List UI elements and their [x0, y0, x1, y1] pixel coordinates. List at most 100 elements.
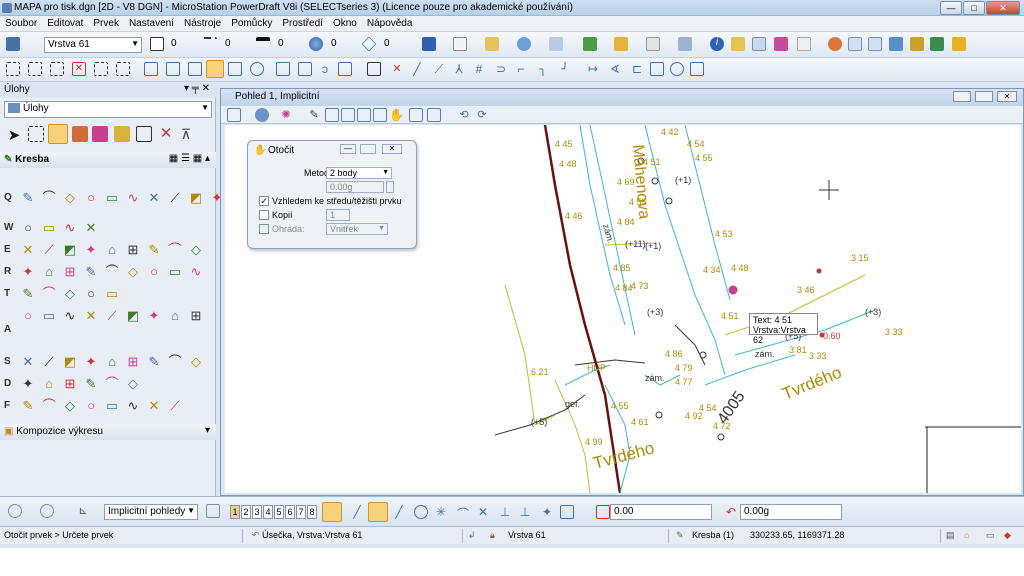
brush-icon[interactable] [92, 126, 108, 142]
zoom-out-icon[interactable] [341, 108, 355, 122]
about-center-checkbox[interactable]: ✓ [259, 196, 269, 206]
snap-nearest-icon[interactable]: ╱ [350, 505, 364, 519]
dimension-angle-icon[interactable]: ∢ [608, 62, 622, 76]
drawing-tool-icon[interactable]: ⌂ [167, 308, 183, 324]
fillet-icon[interactable]: ╮ [536, 62, 550, 76]
view-display-icon[interactable] [517, 37, 531, 51]
drawing-tool-icon[interactable]: ∿ [62, 308, 78, 324]
accudraw-status-icon[interactable]: ↲ [468, 530, 476, 541]
drawing-tool-icon[interactable]: ✎ [146, 242, 162, 258]
delete-icon[interactable]: ✕ [158, 126, 174, 142]
view-5-button[interactable]: 5 [274, 505, 284, 519]
measure-task-icon[interactable] [136, 126, 152, 142]
light-icon[interactable]: ✺ [279, 108, 293, 122]
back-icon[interactable] [8, 504, 22, 518]
drawing-tool-icon[interactable]: ○ [20, 220, 36, 236]
drawing-tool-icon[interactable]: ▭ [104, 398, 120, 414]
snap-keypoint-icon[interactable] [322, 502, 342, 522]
window-layout-icon[interactable] [848, 37, 862, 51]
view-close-button[interactable]: ✕ [997, 91, 1017, 102]
snaps-icon[interactable] [678, 37, 692, 51]
drawing-tool-icon[interactable]: ▭ [41, 308, 57, 324]
spin-icon[interactable]: ↄ [318, 62, 332, 76]
trim-multi-icon[interactable]: # [472, 62, 486, 76]
drawing-tool-icon[interactable]: ◩ [125, 308, 141, 324]
select-element-icon[interactable]: ➤ [6, 126, 22, 144]
drawing-tool-icon[interactable]: ⌒ [104, 264, 120, 280]
drawing-tool-icon[interactable]: ⟋ [41, 354, 57, 370]
grid-icon[interactable] [797, 37, 811, 51]
intersect-icon[interactable]: ⅄ [452, 62, 466, 76]
settings-icon[interactable]: ▤ [946, 530, 955, 541]
stretch-icon[interactable] [298, 62, 312, 76]
view-next-icon[interactable] [427, 108, 441, 122]
transparency-icon[interactable] [309, 37, 323, 51]
levels-icon[interactable] [583, 37, 597, 51]
drawing-tool-icon[interactable]: ◇ [62, 398, 78, 414]
drawing-tool-icon[interactable]: ◇ [62, 190, 78, 206]
delete-part-icon[interactable]: ✕ [390, 62, 404, 76]
view-3-button[interactable]: 3 [252, 505, 262, 519]
drawing-tool-icon[interactable]: ✕ [20, 354, 36, 370]
move-icon[interactable] [144, 62, 158, 76]
dialog-minimize-button[interactable]: — [340, 144, 356, 154]
view-2-button[interactable]: 2 [241, 505, 251, 519]
modify-icon[interactable] [367, 62, 381, 76]
forward-icon[interactable] [40, 504, 54, 518]
drawing-tool-icon[interactable]: ◩ [62, 242, 78, 258]
drawing-tool-icon[interactable]: ⌂ [104, 354, 120, 370]
drawing-tool-icon[interactable]: ○ [20, 308, 36, 324]
snap-perpendicular-icon[interactable]: ⊥ [518, 505, 532, 519]
display-style-icon[interactable] [255, 108, 269, 122]
close-button[interactable]: ✕ [986, 1, 1020, 15]
transparency-combo[interactable]: 0 [328, 37, 352, 53]
priority-icon[interactable] [361, 36, 377, 52]
drawing-tool-icon[interactable]: ✦ [146, 308, 162, 324]
snap-active-icon[interactable] [368, 502, 388, 522]
dimension-line-icon[interactable]: ⊏ [630, 62, 644, 76]
drawing-tool-icon[interactable]: ✕ [146, 398, 162, 414]
dimension-box-icon[interactable] [650, 62, 664, 76]
snap-tangent-icon[interactable]: ⊥ [498, 505, 512, 519]
pan-icon[interactable]: ✋ [389, 108, 404, 122]
drawing-tool-icon[interactable]: ⌂ [41, 376, 57, 392]
view-4-button[interactable]: 4 [263, 505, 273, 519]
snap-center-icon[interactable] [414, 505, 428, 519]
copies-checkbox[interactable] [259, 210, 269, 220]
chamfer-icon[interactable]: ⌐ [514, 62, 528, 76]
drawing-tool-icon[interactable]: ○ [83, 398, 99, 414]
lock-icon[interactable]: 🔒︎ [490, 530, 495, 541]
drawing-tool-icon[interactable]: ✎ [146, 354, 162, 370]
scale-icon[interactable] [188, 62, 202, 76]
trim-icon[interactable]: ⟋ [432, 62, 446, 76]
paint-icon[interactable] [72, 126, 88, 142]
select-icon[interactable] [6, 62, 20, 76]
drawing-tool-icon[interactable]: ✎ [20, 398, 36, 414]
search-element-icon[interactable] [114, 126, 130, 142]
drawing-tool-icon[interactable]: ✎ [20, 190, 36, 206]
line-weight-combo[interactable]: 0 [275, 37, 299, 53]
drawing-tool-icon[interactable]: ⟋ [167, 398, 183, 414]
view-8-button[interactable]: 8 [307, 505, 317, 519]
drawing-tool-icon[interactable]: ∿ [188, 264, 204, 280]
fence-tool-icon[interactable] [28, 126, 44, 142]
snap-midpoint-icon[interactable]: ╱ [392, 505, 406, 519]
drawing-tool-icon[interactable]: ⌒ [167, 354, 183, 370]
drawing-tool-icon[interactable]: ✎ [83, 264, 99, 280]
accudraw-icon[interactable] [646, 37, 660, 51]
distance-field[interactable]: 0.00 [610, 504, 712, 520]
element-to-icon[interactable] [338, 62, 352, 76]
drawing-tool-icon[interactable]: ⌂ [104, 242, 120, 258]
dimension-icon[interactable]: ↦ [586, 62, 600, 76]
level-combo[interactable]: Vrstva 61 ▼ [44, 37, 142, 53]
view-previous-icon[interactable] [409, 108, 423, 122]
align-icon[interactable] [276, 62, 290, 76]
drawing-tool-icon[interactable]: ✎ [20, 286, 36, 302]
view-groups-icon[interactable] [206, 504, 220, 518]
color-combo[interactable]: 0 [168, 37, 194, 53]
menu-napoveda[interactable]: Nápověda [362, 16, 418, 29]
drawing-tool-icon[interactable]: ▭ [104, 286, 120, 302]
raster-icon[interactable] [549, 37, 563, 51]
drawing-tool-icon[interactable]: ▭ [167, 264, 183, 280]
clip-checkbox[interactable] [259, 224, 269, 234]
